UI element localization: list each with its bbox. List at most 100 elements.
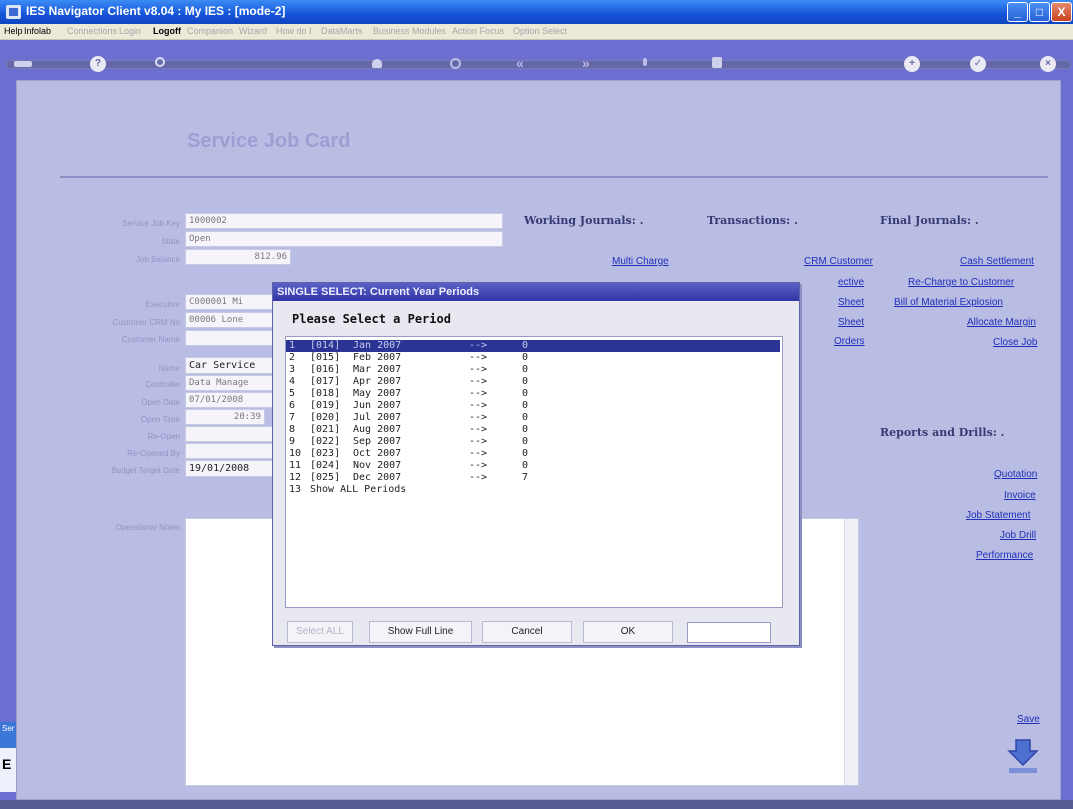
list-item[interactable]: 10 [023] Oct 2007 --> 0 (286, 448, 780, 460)
ok-button[interactable]: OK (583, 621, 673, 643)
orders-link[interactable]: Orders (834, 336, 865, 347)
menu-help[interactable]: Help (4, 26, 23, 36)
cash-settlement-link[interactable]: Cash Settlement (960, 256, 1034, 267)
search-icon[interactable] (155, 57, 165, 67)
cancel-button[interactable]: Cancel (482, 621, 572, 643)
list-item[interactable]: 11 [024] Nov 2007 --> 0 (286, 460, 780, 472)
list-item[interactable]: 7 [020] Jul 2007 --> 0 (286, 412, 780, 424)
label-customer-crm-no: Customer CRM No (112, 318, 180, 327)
next-icon[interactable]: » (582, 55, 590, 71)
heart-icon[interactable] (372, 59, 382, 68)
menu-companion[interactable]: Companion (187, 26, 233, 36)
executive-link[interactable]: ective (838, 277, 864, 288)
dialog-title[interactable]: SINGLE SELECT: Current Year Periods (273, 283, 799, 301)
invoice-link[interactable]: Invoice (1004, 490, 1036, 501)
dialog-search-input[interactable] (687, 622, 771, 643)
row-count: 0 (522, 460, 529, 471)
list-item[interactable]: 2 [015] Feb 2007 --> 0 (286, 352, 780, 364)
row-num: 11 (289, 460, 302, 471)
cancel-icon[interactable]: × (1040, 56, 1056, 72)
window-title-bar[interactable]: IES Navigator Client v8.04 : My IES : [m… (0, 0, 1073, 24)
menu-wizard[interactable]: Wizard (239, 26, 267, 36)
row-arrow: --> (469, 400, 488, 411)
save-link[interactable]: Save (1017, 714, 1040, 725)
open-date-field[interactable]: 07/01/2008 (185, 392, 275, 408)
re-charge-customer-link[interactable]: Re-Charge to Customer (908, 277, 1014, 288)
job-drill-link[interactable]: Job Drill (1000, 530, 1036, 541)
minimize-button[interactable]: _ (1007, 2, 1028, 22)
sheet-link-2[interactable]: Sheet (838, 317, 864, 328)
menu-connections[interactable]: Connections (67, 26, 117, 36)
list-item[interactable]: 5 [018] May 2007 --> 0 (286, 388, 780, 400)
menu-action-focus[interactable]: Action Focus (452, 26, 504, 36)
taskbar-tab-2[interactable]: E (0, 748, 16, 792)
row-num: 13 (289, 484, 302, 495)
customer-name-field[interactable] (185, 330, 275, 346)
add-icon[interactable]: + (904, 56, 920, 72)
sheet-link-1[interactable]: Sheet (838, 297, 864, 308)
tree-icon[interactable] (643, 58, 647, 66)
multi-charge-link[interactable]: Multi Charge (612, 256, 669, 267)
job-key-field[interactable]: 1000002 (185, 213, 503, 229)
crm-no-field[interactable]: 00006 Lone (185, 312, 275, 328)
row-num: 3 (289, 364, 296, 375)
re-opened-by-field[interactable] (185, 443, 275, 459)
list-item[interactable]: 6 [019] Jun 2007 --> 0 (286, 400, 780, 412)
show-full-line-button[interactable]: Show Full Line (369, 621, 472, 643)
executive-field[interactable]: C000001 Mi (185, 294, 275, 310)
row-code: [025] (310, 472, 341, 483)
menu-logoff[interactable]: Logoff (153, 26, 181, 36)
row-num: 12 (289, 472, 302, 483)
refresh-icon[interactable] (450, 58, 461, 69)
menu-business-modules[interactable]: Business Modules (373, 26, 446, 36)
budget-date-field[interactable]: 19/01/2008 (185, 460, 275, 477)
job-statement-link[interactable]: Job Statement (966, 510, 1030, 521)
menu-datamarts[interactable]: DataMarts (321, 26, 363, 36)
block-icon[interactable] (712, 57, 722, 68)
notes-scrollbar[interactable] (844, 519, 858, 785)
open-time-field[interactable]: 20:39 (185, 409, 265, 425)
transactions-header: Transactions: . (707, 214, 798, 227)
check-icon[interactable]: ✓ (970, 56, 986, 72)
job-balance-field[interactable]: 812.96 (185, 249, 291, 265)
label-budget-target-date: Budget Target Date (111, 466, 180, 475)
maximize-button[interactable]: □ (1029, 2, 1050, 22)
list-item[interactable]: 3 [016] Mar 2007 --> 0 (286, 364, 780, 376)
row-num: 8 (289, 424, 296, 435)
list-item[interactable]: 1 [014] Jan 2007 --> 0 (286, 340, 780, 352)
list-item[interactable]: 12 [025] Dec 2007 --> 7 (286, 472, 780, 484)
menu-login[interactable]: Login (119, 26, 141, 36)
label-executive: Executive (145, 300, 180, 309)
row-period: Oct 2007 (353, 448, 402, 459)
help-icon[interactable]: ? (90, 56, 106, 72)
crm-customer-link[interactable]: CRM Customer (804, 256, 873, 267)
label-name: Name (158, 364, 180, 373)
menu-how-do-i[interactable]: How do I (276, 26, 312, 36)
menu-infolab[interactable]: Infolab (24, 26, 51, 36)
quotation-link[interactable]: Quotation (994, 469, 1037, 480)
re-open-field[interactable] (185, 426, 275, 442)
performance-link[interactable]: Performance (976, 550, 1033, 561)
state-field[interactable]: Open (185, 231, 503, 247)
close-job-link[interactable]: Close Job (993, 337, 1037, 348)
period-list[interactable]: 1 [014] Jan 2007 --> 0 2 [015] Feb 2007 … (285, 336, 783, 608)
home-icon[interactable] (14, 61, 32, 67)
list-item[interactable]: 9 [022] Sep 2007 --> 0 (286, 436, 780, 448)
download-icon[interactable] (1003, 737, 1043, 787)
reports-drills-header: Reports and Drills: . (880, 426, 1005, 439)
row-arrow: --> (469, 436, 488, 447)
list-item[interactable]: 4 [017] Apr 2007 --> 0 (286, 376, 780, 388)
menu-option-select[interactable]: Option Select (513, 26, 567, 36)
taskbar-tab[interactable]: Ser (0, 722, 16, 748)
allocate-margin-link[interactable]: Allocate Margin (967, 317, 1036, 328)
name-field[interactable]: Car Service (185, 357, 275, 374)
controller-field[interactable]: Data Manage (185, 375, 275, 391)
previous-icon[interactable]: « (516, 55, 524, 71)
close-button[interactable]: X (1051, 2, 1072, 22)
list-item[interactable]: 13 Show ALL Periods (286, 484, 780, 496)
row-arrow: --> (469, 364, 488, 375)
row-arrow: --> (469, 472, 488, 483)
select-all-button[interactable]: Select ALL (287, 621, 353, 643)
list-item[interactable]: 8 [021] Aug 2007 --> 0 (286, 424, 780, 436)
bom-explosion-link[interactable]: Bill of Material Explosion (894, 297, 1003, 308)
